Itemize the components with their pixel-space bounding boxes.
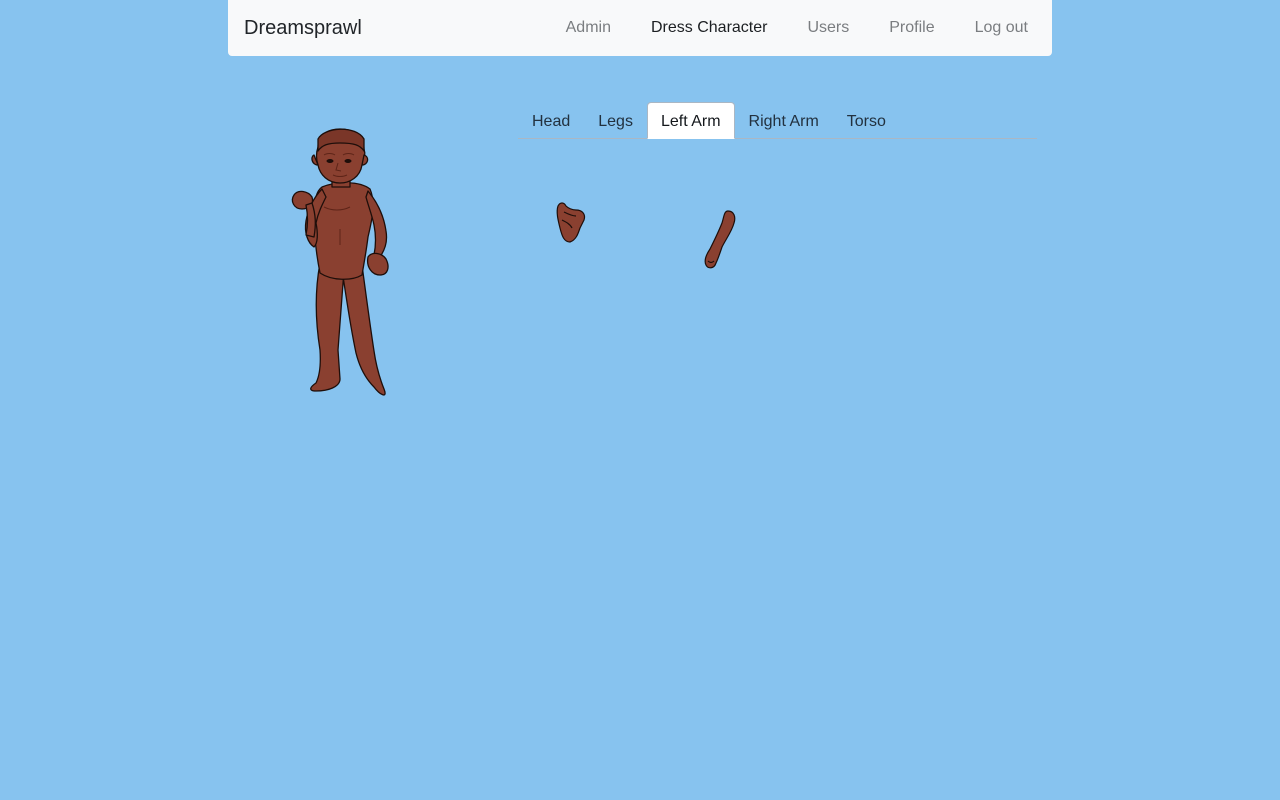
character-right-leg [341, 264, 386, 396]
tab-legs[interactable]: Legs [584, 102, 647, 139]
nav-link-admin[interactable]: Admin [546, 19, 631, 37]
tab-left-arm[interactable]: Left Arm [646, 102, 735, 139]
tab-head[interactable]: Head [518, 102, 584, 139]
character-preview [291, 128, 389, 396]
nav-link-profile[interactable]: Profile [869, 19, 954, 37]
nav-link-users[interactable]: Users [787, 19, 869, 37]
brand-link[interactable]: Dreamsprawl [244, 17, 546, 40]
left-arm-option-fist[interactable] [550, 198, 590, 246]
nav-link-log-out[interactable]: Log out [955, 19, 1036, 37]
tab-right-arm[interactable]: Right Arm [735, 102, 833, 139]
nav-link-dress-character[interactable]: Dress Character [631, 19, 787, 37]
nav-links: Admin Dress Character Users Profile Log … [546, 19, 1036, 37]
top-navbar: Dreamsprawl Admin Dress Character Users … [228, 0, 1052, 56]
left-arm-option-forearm[interactable] [698, 205, 742, 273]
character-left-leg [310, 262, 345, 392]
tab-torso[interactable]: Torso [833, 102, 900, 139]
character-right-fist [366, 252, 389, 276]
body-part-tabs: Head Legs Left Arm Right Arm Torso [518, 102, 1037, 139]
